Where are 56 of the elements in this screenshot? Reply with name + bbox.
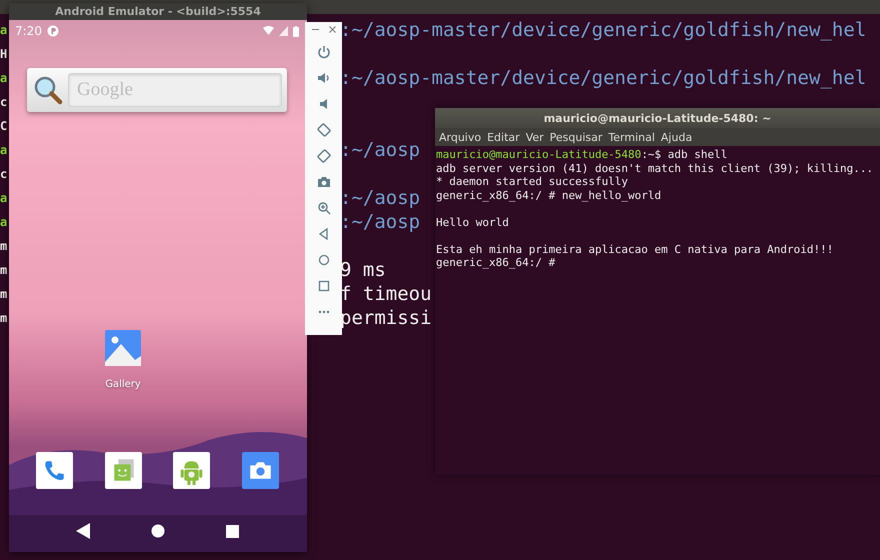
close-icon[interactable] <box>328 26 336 33</box>
terminal-text: :~$ adb shell <box>641 148 728 161</box>
terminal-text: a <box>0 215 8 229</box>
menu-item[interactable]: Pesquisar <box>550 130 602 144</box>
wifi-icon <box>263 26 274 36</box>
terminal-text: generic_x86_64:/ # new_hello_world <box>436 188 662 202</box>
terminal-text: a <box>0 191 8 205</box>
terminal-text: C <box>0 119 8 133</box>
terminal-text: permissi <box>340 306 432 330</box>
magnifier-icon <box>32 74 64 106</box>
terminal-text: m <box>0 263 8 277</box>
menu-item[interactable]: Ver <box>526 130 544 144</box>
back-icon[interactable] <box>76 523 90 539</box>
android-icon[interactable] <box>173 452 210 489</box>
terminal-text: H <box>0 47 8 61</box>
terminal-text: Esta eh minha primeira aplicacao em C nativa para Android!!! <box>436 242 834 256</box>
terminal-text: mauricio@mauricio-Latitude-5480 <box>436 148 642 161</box>
app-label: Gallery <box>105 379 141 390</box>
menu-item[interactable]: Editar <box>487 130 520 144</box>
notification-icon <box>46 25 59 37</box>
terminal-text: m <box>0 287 8 301</box>
zoom-icon[interactable] <box>316 201 330 215</box>
terminal-text: :~/aosp-master/device/generic/goldfish/new_hel <box>340 66 866 90</box>
home-icon[interactable] <box>151 524 165 538</box>
overview-icon[interactable] <box>226 524 239 538</box>
terminal-text: :~/aosp <box>340 210 420 234</box>
terminal-text: Hello world <box>436 216 509 228</box>
terminal-text: adb server version (41) doesn't match this client (39); killing... <box>436 162 874 174</box>
window-title: Android Emulator - <build>:5554 <box>55 5 261 18</box>
terminal-text: c <box>0 95 8 109</box>
camera-icon[interactable] <box>316 175 330 189</box>
gallery-icon[interactable] <box>105 330 141 366</box>
menu-item[interactable]: Ajuda <box>660 130 692 144</box>
menu-item[interactable]: Arquivo <box>439 130 482 144</box>
terminal-text: a <box>0 23 8 37</box>
window-title: mauricio@mauricio-Latitude-5480: ~ <box>544 112 772 124</box>
terminal-text: m <box>0 311 8 325</box>
clock-text: 7:20 <box>15 24 42 38</box>
terminal-text: * daemon started successfully <box>436 175 628 188</box>
volume-up-icon[interactable] <box>316 71 330 85</box>
terminal-text: :~/aosp <box>340 138 420 162</box>
terminal-text: generic_x86_64:/ # <box>436 256 556 269</box>
terminal-text: c <box>0 167 8 181</box>
terminal-text: :~/aosp-master/device/generic/goldfish/new_hel <box>340 18 866 42</box>
battery-icon <box>293 26 299 36</box>
terminal-text: a <box>0 143 8 157</box>
phone-icon[interactable] <box>36 452 73 489</box>
terminal-text: m <box>0 239 8 253</box>
camera-icon[interactable] <box>242 452 279 489</box>
menu-item[interactable]: Terminal <box>608 130 655 144</box>
terminal-text: f timeou <box>340 282 432 306</box>
power-icon[interactable] <box>316 45 330 59</box>
signal-icon <box>279 26 288 36</box>
minimize-icon[interactable] <box>312 26 318 33</box>
terminal-text: :~/aosp <box>340 186 420 210</box>
terminal-text: a <box>0 71 8 85</box>
